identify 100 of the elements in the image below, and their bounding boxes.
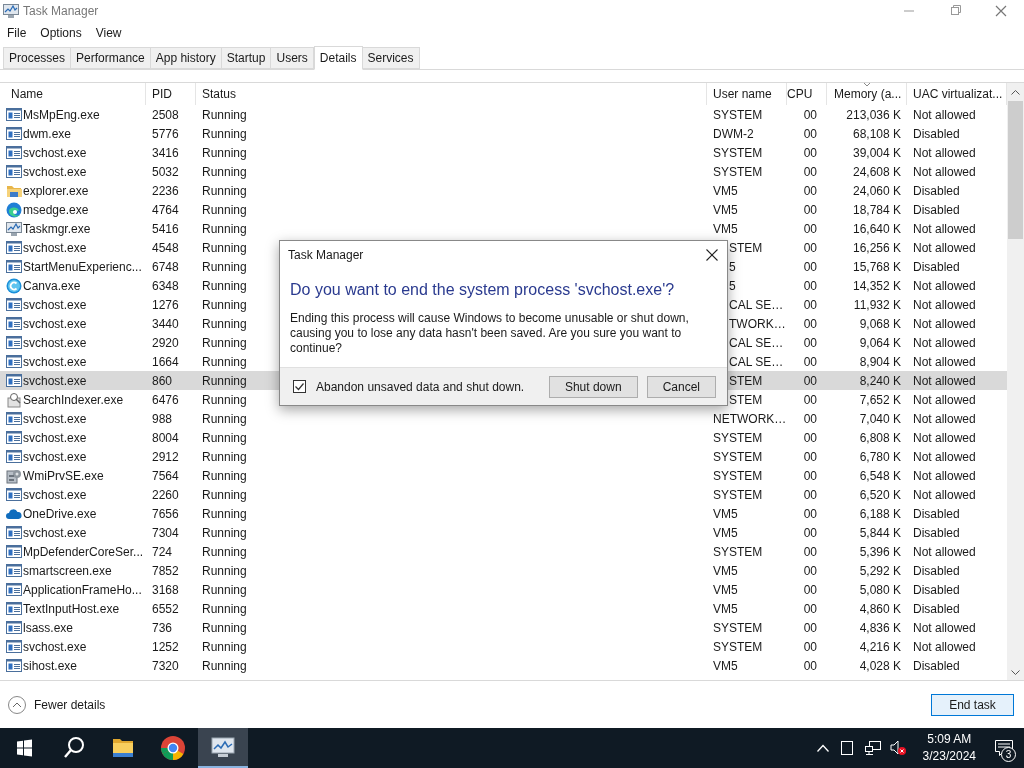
table-cell-text: 00 bbox=[803, 391, 817, 409]
process-name[interactable]: Canva.exe bbox=[23, 276, 81, 295]
process-name[interactable]: svchost.exe bbox=[23, 485, 87, 504]
process-name[interactable]: ApplicationFrameHo... bbox=[23, 580, 142, 599]
table-cell-text: 15,768 K bbox=[852, 258, 901, 276]
process-name[interactable]: TextInputHost.exe bbox=[23, 599, 120, 618]
column-header[interactable]: Status bbox=[202, 85, 237, 103]
table-cell-text: SYSTEM bbox=[713, 619, 763, 637]
menu-item[interactable]: File bbox=[7, 23, 27, 42]
table-cell-text: 00 bbox=[803, 486, 817, 504]
table-cell-text: 00 bbox=[803, 144, 817, 162]
notification-count: 3 bbox=[1001, 747, 1016, 762]
column-header[interactable]: UAC virtualizat... bbox=[913, 85, 1003, 103]
process-name[interactable]: svchost.exe bbox=[23, 523, 87, 542]
process-name[interactable]: svchost.exe bbox=[23, 333, 87, 352]
process-name[interactable]: smartscreen.exe bbox=[23, 561, 112, 580]
process-name[interactable]: OneDrive.exe bbox=[23, 504, 97, 523]
table-cell-text: 00 bbox=[803, 524, 817, 542]
scrollbar-thumb[interactable] bbox=[1008, 101, 1023, 239]
scroll-up-icon[interactable] bbox=[1011, 89, 1020, 95]
scroll-down-icon[interactable] bbox=[1011, 670, 1020, 676]
column-header[interactable]: CPU bbox=[787, 85, 813, 103]
column-header[interactable]: Name bbox=[11, 85, 43, 103]
scrollbar[interactable] bbox=[1007, 83, 1024, 680]
dialog-button[interactable]: Cancel bbox=[646, 375, 716, 398]
process-name[interactable]: svchost.exe bbox=[23, 447, 87, 466]
process-name[interactable]: WmiPrvSE.exe bbox=[23, 466, 104, 485]
tab[interactable]: Details bbox=[313, 46, 363, 70]
table-cell-text: 6,548 K bbox=[859, 467, 901, 485]
process-name[interactable]: lsass.exe bbox=[23, 618, 74, 637]
table-cell-text: Running bbox=[202, 562, 247, 580]
app-window-icon bbox=[6, 125, 22, 142]
tab[interactable]: Users bbox=[271, 47, 314, 69]
process-name[interactable]: msedge.exe bbox=[23, 200, 89, 219]
chevron-up-icon[interactable] bbox=[816, 744, 829, 752]
process-name[interactable]: StartMenuExperienc... bbox=[23, 257, 142, 276]
table-cell-text: STEM bbox=[729, 391, 763, 409]
process-name[interactable]: SearchIndexer.exe bbox=[23, 390, 124, 409]
tab[interactable]: App history bbox=[150, 47, 222, 69]
table-cell-text: Running bbox=[202, 125, 247, 143]
fewer-details-toggle[interactable]: Fewer details bbox=[8, 695, 106, 714]
table-cell-text: Not allowed bbox=[913, 543, 976, 561]
network-icon[interactable] bbox=[864, 741, 881, 755]
process-name[interactable]: sihost.exe bbox=[23, 656, 78, 675]
menu-item[interactable]: Options bbox=[40, 23, 82, 42]
tab[interactable]: Startup bbox=[221, 47, 272, 69]
clock[interactable]: 5:09 AM 3/23/2024 bbox=[922, 731, 976, 765]
table-cell-text: 6348 bbox=[152, 277, 179, 295]
table-cell-text: Not allowed bbox=[913, 144, 976, 162]
process-name[interactable]: explorer.exe bbox=[23, 181, 89, 200]
table-cell-text: 00 bbox=[803, 315, 817, 333]
table-cell-text: Not allowed bbox=[913, 391, 976, 409]
column-header[interactable]: PID bbox=[152, 85, 172, 103]
end-task-button[interactable]: End task bbox=[931, 693, 1014, 716]
table-cell-text: 213,036 K bbox=[846, 106, 901, 124]
process-name[interactable]: svchost.exe bbox=[23, 314, 87, 333]
table-cell-text: Running bbox=[202, 163, 247, 181]
process-name[interactable]: svchost.exe bbox=[23, 409, 87, 428]
table-cell-text: Not allowed bbox=[913, 372, 976, 390]
table-cell-text: 5776 bbox=[152, 125, 179, 143]
table-cell-text: Running bbox=[202, 619, 247, 637]
process-name[interactable]: svchost.exe bbox=[23, 352, 87, 371]
speaker-muted-icon[interactable] bbox=[889, 740, 906, 756]
process-name[interactable]: dwm.exe bbox=[23, 124, 72, 143]
app-window-icon bbox=[6, 163, 22, 180]
table-cell-text: 00 bbox=[803, 182, 817, 200]
table-cell-text: Disabled bbox=[913, 125, 960, 143]
process-name[interactable]: MpDefenderCoreSer... bbox=[23, 542, 144, 561]
process-name[interactable]: svchost.exe bbox=[23, 428, 87, 447]
process-name[interactable]: svchost.exe bbox=[23, 238, 87, 257]
process-name[interactable]: svchost.exe bbox=[23, 143, 87, 162]
process-name[interactable]: MsMpEng.exe bbox=[23, 105, 100, 124]
table-cell-text: Running bbox=[202, 448, 247, 466]
column-header[interactable]: User name bbox=[713, 85, 772, 103]
process-name[interactable]: svchost.exe bbox=[23, 295, 87, 314]
monitor-chart-icon bbox=[3, 3, 19, 19]
table-cell-text: 24,060 K bbox=[852, 182, 901, 200]
square-icon[interactable] bbox=[840, 741, 853, 755]
process-name[interactable]: svchost.exe bbox=[23, 637, 87, 656]
column-header[interactable]: Memory (a... bbox=[834, 85, 902, 103]
table-cell-text: 8,904 K bbox=[859, 353, 901, 371]
tab[interactable]: Performance bbox=[71, 47, 151, 69]
process-name[interactable]: svchost.exe bbox=[23, 371, 87, 390]
process-name[interactable]: Taskmgr.exe bbox=[23, 219, 91, 238]
close-icon[interactable] bbox=[706, 248, 718, 261]
notification-icon[interactable] bbox=[995, 740, 1013, 756]
table-cell-text: Running bbox=[202, 429, 247, 447]
table-cell-text: 4,860 K bbox=[859, 600, 901, 618]
table-cell-text: 00 bbox=[803, 353, 817, 371]
menu-item[interactable]: View bbox=[95, 23, 122, 42]
table-cell-text: 4,216 K bbox=[859, 638, 901, 656]
process-name[interactable]: svchost.exe bbox=[23, 162, 87, 181]
tab[interactable]: Processes bbox=[3, 47, 72, 69]
abandon-checkbox[interactable]: Abandon unsaved data and shut down. bbox=[293, 377, 525, 396]
tab[interactable]: Services bbox=[362, 47, 420, 69]
dialog-button[interactable]: Shut down bbox=[548, 375, 638, 398]
table-cell-text: 6552 bbox=[152, 600, 179, 618]
table-cell-text: CAL SE… bbox=[729, 296, 784, 314]
table-cell-text: 1664 bbox=[152, 353, 179, 371]
table-cell-text: Running bbox=[202, 296, 247, 314]
